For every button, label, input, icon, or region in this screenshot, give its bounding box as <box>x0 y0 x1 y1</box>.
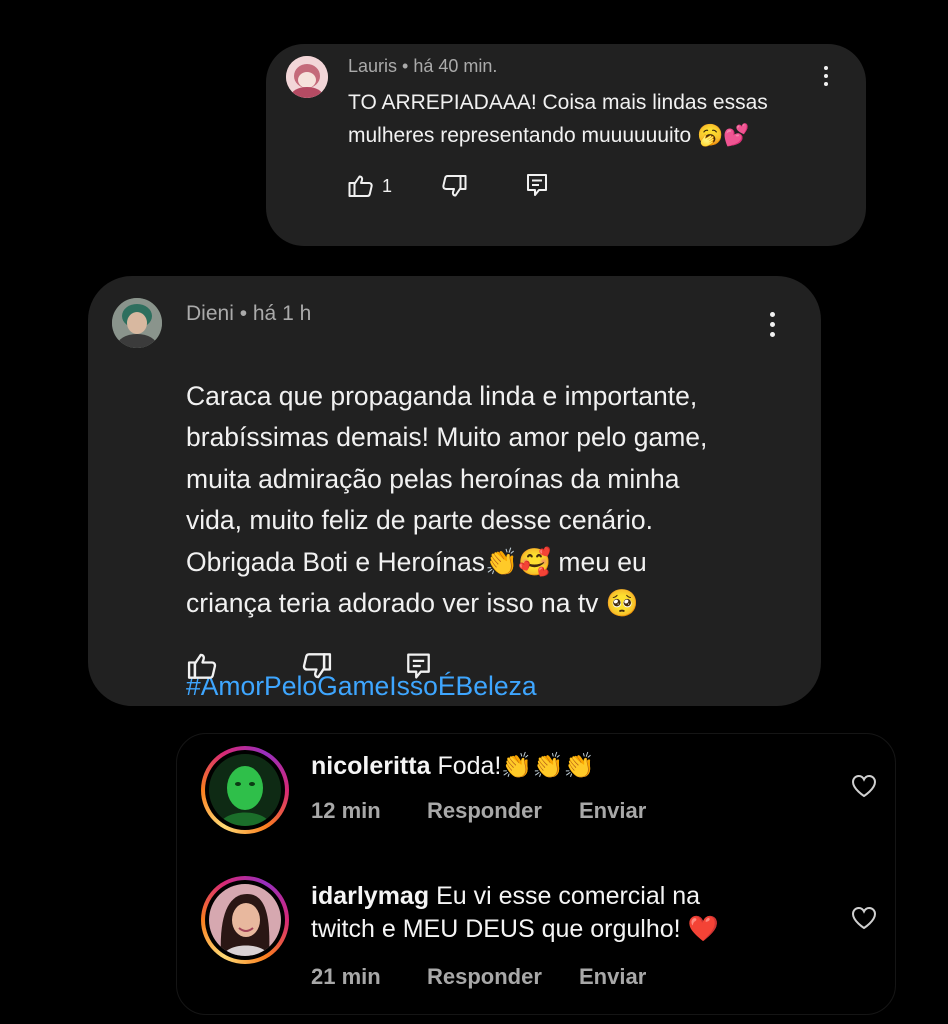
ig-send-button[interactable]: Enviar <box>579 798 646 824</box>
avatar-idarlymag[interactable] <box>201 876 289 964</box>
avatar-nicoleritta[interactable] <box>201 746 289 834</box>
like-button[interactable]: 1 <box>348 174 392 198</box>
reply-icon <box>526 173 548 197</box>
ig-reply-time: 12 min <box>311 798 381 823</box>
reply-button[interactable] <box>406 652 431 680</box>
comment-text: Caraca que propaganda linda e importante… <box>186 334 786 708</box>
comment-text: TO ARREPIADAAA! Coisa mais lindas essas … <box>348 91 768 147</box>
ig-reply-actions: 21 min Responder Enviar <box>311 964 646 990</box>
ig-reply-text: nicoleritta Foda!👏👏👏 <box>311 750 595 783</box>
dislike-button[interactable] <box>301 652 332 680</box>
ig-reply-button[interactable]: Responder <box>427 964 579 990</box>
avatar-lauris[interactable] <box>286 56 328 98</box>
hashtag-link[interactable]: #AmorPeloGameIssoÉBeleza <box>186 671 537 701</box>
yt-comment-card-dieni: Dieni • há 1 h Caraca que propaganda lin… <box>88 276 821 706</box>
like-button[interactable] <box>187 652 218 680</box>
thumbs-up-icon <box>348 174 374 198</box>
avatar-dieni[interactable] <box>112 298 162 348</box>
reply-icon <box>406 652 431 680</box>
more-vert-icon[interactable] <box>762 312 782 337</box>
ig-reply-body-line2: twitch e MEU DEUS que orgulho! ❤️ <box>311 915 719 943</box>
thumbs-down-icon <box>301 652 332 680</box>
ig-reply-text: idarlymag Eu vi esse comercial na twitch… <box>311 880 811 946</box>
ig-reply-time: 21 min <box>311 964 381 989</box>
heart-icon[interactable] <box>851 774 877 803</box>
ig-comments-panel: nicoleritta Foda!👏👏👏 12 min Responder En… <box>176 733 896 1015</box>
thumbs-up-icon <box>187 652 218 680</box>
ig-username[interactable]: idarlymag <box>311 882 429 910</box>
ig-reply-body: Eu vi esse comercial na <box>436 882 701 910</box>
ig-reply-button[interactable]: Responder <box>427 798 579 824</box>
ig-send-button[interactable]: Enviar <box>579 964 646 990</box>
ig-reply-body: Foda!👏👏👏 <box>437 752 595 780</box>
comment-meta: Lauris • há 40 min. <box>348 56 498 76</box>
reply-button[interactable] <box>526 173 548 197</box>
dislike-button[interactable] <box>441 174 467 198</box>
ig-reply-actions: 12 min Responder Enviar <box>311 798 646 824</box>
more-vert-icon[interactable] <box>816 66 836 86</box>
comment-body: Caraca que propaganda linda e importante… <box>186 380 708 619</box>
ig-username[interactable]: nicoleritta <box>311 752 430 780</box>
comment-meta: Dieni • há 1 h <box>186 302 312 325</box>
heart-icon[interactable] <box>851 906 877 935</box>
thumbs-down-icon <box>441 174 467 198</box>
like-count: 1 <box>382 175 393 196</box>
yt-comment-card-lauris: Lauris • há 40 min. TO ARREPIADAAA! Cois… <box>266 44 866 246</box>
